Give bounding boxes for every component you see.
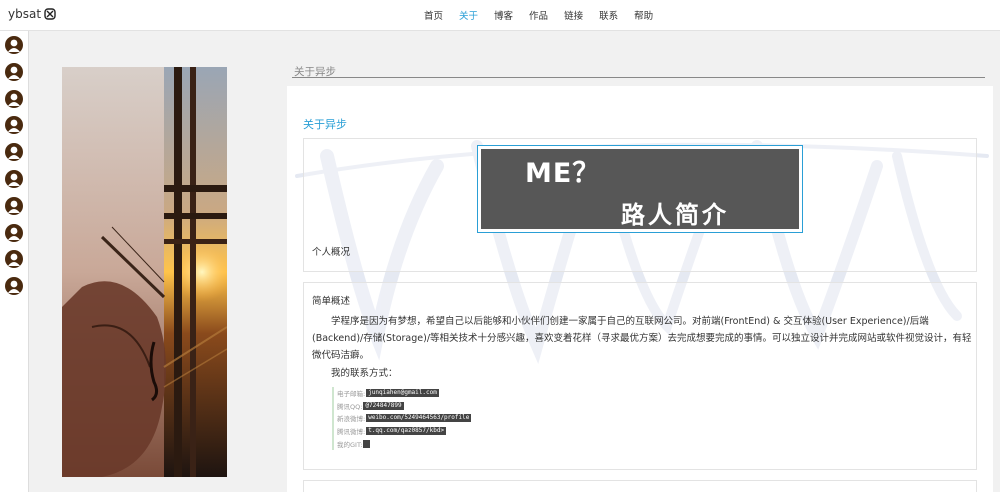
user-avatar-icon[interactable] [5,223,23,242]
contact-label: 我的GIT: [337,440,363,449]
contact-value-qq[interactable]: @724847899 [363,401,404,410]
left-sidebar [0,31,29,492]
contact-value-tencent-weibo[interactable]: t.qq.com/qaz0857/kbd> [366,427,447,436]
main-nav: 首页 关于 博客 作品 链接 联系 帮助 [424,0,669,30]
contact-row-sina-weibo: 新浪微博: weibo.com/5249464563/profile [337,412,472,425]
nav-item-blog[interactable]: 博客 [494,8,513,22]
user-avatar-icon[interactable] [5,143,23,162]
violin-photo-image [62,67,227,477]
contact-row-qq: 腾讯QQ: @724847899 [337,400,471,413]
brand-name: ybsat [8,7,42,21]
summary-title: 简单概述 [312,296,351,307]
overview-label: 个人概况 [312,247,351,258]
nav-item-home[interactable]: 首页 [424,8,443,22]
summary-paragraph: 学程序是因为有梦想，希望自己以后能够和小伙伴们创建一家属于自己的互联网公司。对前… [312,316,972,361]
user-avatar-icon[interactable] [5,36,23,54]
contact-value-sina-weibo[interactable]: weibo.com/5249464563/profile [366,414,472,423]
contact-label: 腾讯微博: [337,428,366,437]
contact-label: 新浪微博: [337,415,366,424]
panel-title: 关于异步 [303,118,347,131]
nav-item-works[interactable]: 作品 [529,8,548,22]
user-avatar-icon[interactable] [5,89,23,108]
user-avatar-icon[interactable] [5,277,23,296]
contact-row-email: 电子邮箱: junqiahen@gmail.com [337,387,471,400]
user-avatar-icon[interactable] [5,116,23,135]
contact-row-tencent-weibo: 腾讯微博: t.qq.com/qaz0857/kbd> [337,425,471,438]
user-avatar-icon[interactable] [5,62,23,81]
next-card [303,480,977,492]
contact-label: 腾讯QQ: [337,402,363,411]
intro-banner-inner: ME？ 路人简介 [481,149,799,229]
nav-item-contact[interactable]: 联系 [599,8,618,22]
summary-card: 简单概述 学程序是因为有梦想，希望自己以后能够和小伙伴们创建一家属于自己的互联网… [303,282,977,470]
contact-heading: 我的联系方式： [331,368,398,379]
section-divider [292,77,985,78]
nav-item-help[interactable]: 帮助 [634,8,653,22]
banner-subheading: 路人简介 [621,201,729,229]
nav-item-about[interactable]: 关于 [459,8,478,22]
contact-row-git: 我的GIT: [337,437,471,450]
nav-item-links[interactable]: 链接 [564,8,583,22]
top-navigation-bar: ybsat 首页 关于 博客 作品 链接 联系 帮助 [0,0,1000,31]
user-avatar-icon[interactable] [5,250,23,269]
brand-logo[interactable]: ybsat [8,7,56,21]
banner-heading: ME？ [525,158,601,189]
cover-photo-violin-sunset [62,67,227,477]
overview-card: ME？ 路人简介 个人概况 [303,138,977,272]
user-avatar-icon[interactable] [5,196,23,215]
contact-list: 电子邮箱: junqiahen@gmail.com 腾讯QQ: @7248478… [332,387,472,450]
contact-value-email[interactable]: junqiahen@gmail.com [366,389,439,398]
contact-value-git[interactable] [363,439,371,448]
brand-mark-icon [44,8,56,20]
about-panel: 关于异步 ME？ 路人简介 个人概况 简单概述 学程序是因为有梦想，希望自己以后… [287,86,993,492]
contact-label: 电子邮箱: [337,390,366,399]
intro-banner: ME？ 路人简介 [477,145,803,233]
user-avatar-icon[interactable] [5,170,23,188]
